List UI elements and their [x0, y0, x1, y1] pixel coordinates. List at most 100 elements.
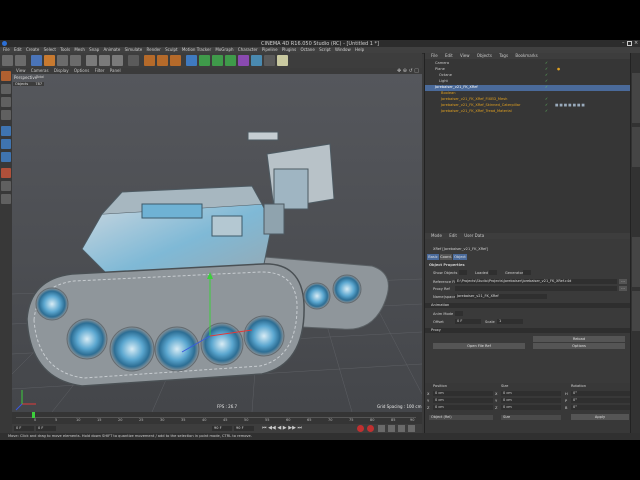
snap-icon[interactable] — [1, 168, 11, 178]
live-selection-icon[interactable] — [31, 55, 42, 66]
layers-side-tab[interactable] — [632, 291, 640, 331]
current-frame-field[interactable]: 0 F — [36, 426, 56, 431]
generator-checkbox[interactable] — [523, 270, 531, 275]
z-axis-icon[interactable] — [112, 55, 123, 66]
timeline[interactable]: 0 5 10 15 20 25 30 35 40 45 50 55 60 65 … — [12, 412, 422, 424]
object-row[interactable]: Light ✓ — [425, 79, 631, 85]
position-y-field[interactable]: 0 cm — [433, 398, 493, 403]
object-menu-item[interactable]: Bookmarks — [515, 53, 537, 59]
visibility-dot-icon[interactable]: ✓ — [545, 97, 548, 103]
material-tag-icon[interactable]: ● — [557, 67, 560, 73]
namespace-field[interactable]: Jorebaiser_v21_FK_XRef — [455, 294, 547, 299]
tab-basic[interactable]: Basic — [427, 254, 439, 260]
section-proxy[interactable]: Proxy — [425, 328, 631, 333]
objects-side-tab[interactable] — [632, 73, 640, 123]
object-menu-item[interactable]: Tags — [499, 53, 508, 59]
tag-strip-icon[interactable]: ■■■■■■■ — [555, 103, 586, 109]
size-y-field[interactable]: 0 cm — [501, 398, 561, 403]
object-row[interactable]: Jorebaiser_v21_FK_XRef_Skinned_Caterpill… — [425, 103, 631, 109]
minimize-icon[interactable]: – — [622, 40, 626, 46]
object-menu-item[interactable]: File — [431, 53, 438, 59]
attr-menu-item[interactable]: Mode — [431, 233, 442, 238]
visibility-dot-icon[interactable]: ✓ — [545, 109, 548, 115]
coordinate-system-icon[interactable] — [128, 55, 139, 66]
visibility-dot-icon[interactable]: ✓ — [545, 61, 548, 67]
maximize-icon[interactable] — [627, 41, 632, 46]
light-icon[interactable] — [277, 55, 288, 66]
tweak-mode-icon[interactable] — [1, 194, 11, 204]
make-editable-icon[interactable] — [1, 71, 11, 81]
attributes-side-tab[interactable] — [632, 237, 640, 287]
y-axis-icon[interactable] — [99, 55, 110, 66]
end-frame-field[interactable]: 90 F — [212, 426, 232, 431]
record-icon[interactable] — [357, 425, 364, 432]
rotation-b-field[interactable]: 0° — [571, 405, 631, 410]
takes-side-tab[interactable] — [632, 127, 640, 167]
show-objects-checkbox[interactable] — [459, 270, 467, 275]
start-frame-field[interactable]: 0 F — [14, 426, 34, 431]
object-menu-item[interactable]: View — [460, 53, 470, 59]
visibility-dot-icon[interactable]: ✓ — [545, 85, 548, 91]
spline-pen-icon[interactable] — [199, 55, 210, 66]
texture-mode-icon[interactable] — [1, 97, 11, 107]
scale-field[interactable]: 1 — [497, 319, 523, 324]
reference-file-field[interactable]: E:\Projects\Studio\Projects\Jorebaiser\J… — [455, 279, 617, 284]
object-menu-item[interactable]: Edit — [445, 53, 453, 59]
render-view-icon[interactable] — [144, 55, 155, 66]
attr-menu-item[interactable]: Edit — [449, 233, 457, 238]
object-row[interactable]: Octane ✓ — [425, 73, 631, 79]
polygons-mode-icon[interactable] — [1, 152, 11, 162]
visibility-dot-icon[interactable]: ✓ — [545, 73, 548, 79]
loaded-checkbox[interactable] — [489, 270, 497, 275]
cube-icon[interactable] — [186, 55, 197, 66]
size-mode-dropdown[interactable]: Size — [501, 415, 561, 420]
render-picture-viewer-icon[interactable] — [157, 55, 168, 66]
options-button[interactable]: Options — [533, 343, 625, 349]
position-key-icon[interactable] — [388, 425, 395, 432]
playback-controls[interactable]: ⏮ ◀◀ ◀ ▶ ▶▶ ⏭ — [262, 425, 352, 432]
axis-mode-icon[interactable] — [1, 181, 11, 191]
object-row[interactable]: Camera ✓ — [425, 61, 631, 67]
rotate-icon[interactable] — [70, 55, 81, 66]
max-frame-field[interactable]: 90 F — [234, 426, 254, 431]
scale-icon[interactable] — [57, 55, 68, 66]
offset-field[interactable]: 0 F — [455, 319, 481, 324]
array-icon[interactable] — [225, 55, 236, 66]
attr-menu-item[interactable]: User Data — [464, 233, 484, 238]
undo-icon[interactable] — [2, 55, 13, 66]
perspective-viewport[interactable]: Perspective Total Objects 787 FPS : 26.7… — [12, 74, 422, 412]
edges-mode-icon[interactable] — [1, 139, 11, 149]
size-x-field[interactable]: 0 cm — [501, 391, 561, 396]
object-row-selected[interactable]: Jorebaiser_v21_FK_XRef ✓ — [425, 85, 631, 91]
close-icon[interactable]: × — [634, 40, 639, 46]
model-mode-icon[interactable] — [1, 84, 11, 94]
scale-key-icon[interactable] — [408, 425, 415, 432]
anim-mode-checkbox[interactable] — [455, 311, 463, 316]
open-file-ref-button[interactable]: Open File Ref — [433, 343, 525, 349]
subdivision-surface-icon[interactable] — [212, 55, 223, 66]
visibility-dot-icon[interactable]: ✓ — [545, 67, 548, 73]
rotation-p-field[interactable]: 0° — [571, 398, 631, 403]
tab-object[interactable]: Object — [453, 254, 467, 260]
deformer-icon[interactable] — [238, 55, 249, 66]
object-row[interactable]: Jorebaiser_v21_FK_XRef_FIXED_Mesh ✓ — [425, 97, 631, 103]
render-settings-icon[interactable] — [170, 55, 181, 66]
object-row[interactable]: Jorebaiser_v21_FK_XRef_Tread_Material ✓ — [425, 109, 631, 115]
redo-icon[interactable] — [15, 55, 26, 66]
x-axis-icon[interactable] — [86, 55, 97, 66]
section-animation[interactable]: Animation — [425, 303, 631, 308]
rotation-h-field[interactable]: 0° — [571, 391, 631, 396]
visibility-dot-icon[interactable]: ✓ — [545, 79, 548, 85]
tab-coord[interactable]: Coord. — [440, 254, 452, 260]
rotation-key-icon[interactable] — [398, 425, 405, 432]
object-row[interactable]: Boolean — [425, 91, 631, 97]
position-z-field[interactable]: 0 cm — [433, 405, 493, 410]
object-menu-item[interactable]: Objects — [477, 53, 492, 59]
camera-icon[interactable] — [264, 55, 275, 66]
position-x-field[interactable]: 0 cm — [433, 391, 493, 396]
workplane-icon[interactable] — [1, 110, 11, 120]
browse-proxy-button[interactable]: … — [619, 286, 627, 291]
apply-button[interactable]: Apply — [571, 414, 629, 420]
move-icon[interactable] — [44, 55, 55, 66]
proxy-ref-field[interactable] — [455, 286, 617, 291]
